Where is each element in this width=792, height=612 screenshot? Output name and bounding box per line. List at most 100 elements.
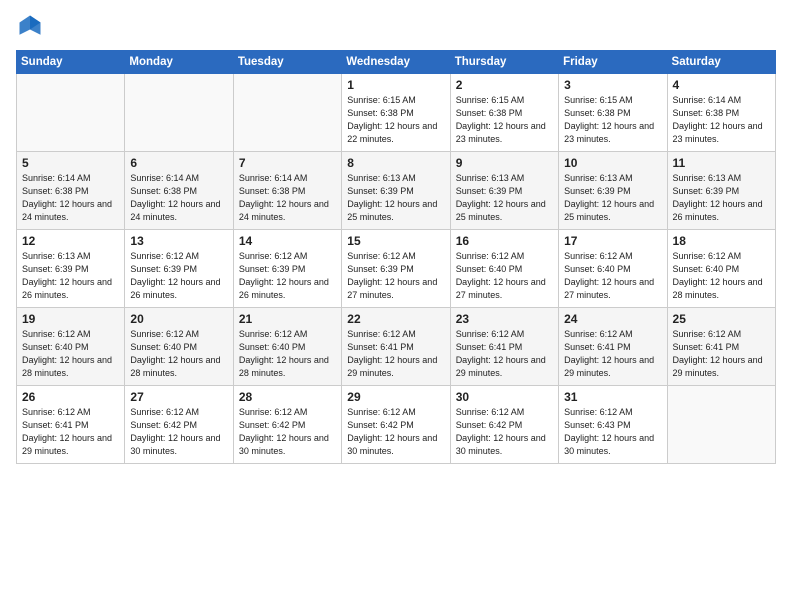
day-number: 17 — [564, 234, 661, 248]
day-number: 9 — [456, 156, 553, 170]
day-number: 24 — [564, 312, 661, 326]
day-number: 30 — [456, 390, 553, 404]
calendar-week-row: 12 Sunrise: 6:13 AMSunset: 6:39 PMDayligh… — [17, 230, 776, 308]
weekday-header-saturday: Saturday — [667, 51, 775, 74]
day-info: Sunrise: 6:12 AMSunset: 6:40 PMDaylight:… — [130, 328, 227, 380]
day-number: 3 — [564, 78, 661, 92]
day-info: Sunrise: 6:12 AMSunset: 6:41 PMDaylight:… — [22, 406, 119, 458]
day-info: Sunrise: 6:13 AMSunset: 6:39 PMDaylight:… — [347, 172, 444, 224]
day-info: Sunrise: 6:12 AMSunset: 6:39 PMDaylight:… — [347, 250, 444, 302]
day-number: 12 — [22, 234, 119, 248]
day-info: Sunrise: 6:12 AMSunset: 6:41 PMDaylight:… — [564, 328, 661, 380]
weekday-header-monday: Monday — [125, 51, 233, 74]
day-info: Sunrise: 6:12 AMSunset: 6:43 PMDaylight:… — [564, 406, 661, 458]
logo-icon — [16, 12, 44, 40]
day-number: 7 — [239, 156, 336, 170]
day-info: Sunrise: 6:14 AMSunset: 6:38 PMDaylight:… — [22, 172, 119, 224]
calendar-cell: 14 Sunrise: 6:12 AMSunset: 6:39 PMDayligh… — [233, 230, 341, 308]
calendar-cell: 6Sunrise: 6:14 AMSunset: 6:38 PMDaylight… — [125, 152, 233, 230]
calendar-cell: 15 Sunrise: 6:12 AMSunset: 6:39 PMDayligh… — [342, 230, 450, 308]
weekday-header-tuesday: Tuesday — [233, 51, 341, 74]
day-info: Sunrise: 6:12 AMSunset: 6:40 PMDaylight:… — [22, 328, 119, 380]
calendar-cell: 10 Sunrise: 6:13 AMSunset: 6:39 PMDayligh… — [559, 152, 667, 230]
calendar-cell: 19 Sunrise: 6:12 AMSunset: 6:40 PMDayligh… — [17, 308, 125, 386]
calendar-cell: 24 Sunrise: 6:12 AMSunset: 6:41 PMDayligh… — [559, 308, 667, 386]
page: SundayMondayTuesdayWednesdayThursdayFrid… — [0, 0, 792, 612]
day-number: 16 — [456, 234, 553, 248]
day-info: Sunrise: 6:12 AMSunset: 6:41 PMDaylight:… — [347, 328, 444, 380]
day-number: 21 — [239, 312, 336, 326]
calendar-cell: 25Sunrise: 6:12 AMSunset: 6:41 PMDayligh… — [667, 308, 775, 386]
calendar-cell — [667, 386, 775, 464]
calendar-week-row: 1 Sunrise: 6:15 AMSunset: 6:38 PMDaylight… — [17, 74, 776, 152]
day-number: 11 — [673, 156, 770, 170]
day-number: 14 — [239, 234, 336, 248]
day-number: 31 — [564, 390, 661, 404]
calendar-cell: 17 Sunrise: 6:12 AMSunset: 6:40 PMDayligh… — [559, 230, 667, 308]
day-info: Sunrise: 6:12 AMSunset: 6:41 PMDaylight:… — [673, 328, 770, 380]
day-info: Sunrise: 6:15 AMSunset: 6:38 PMDaylight:… — [456, 94, 553, 146]
weekday-header-sunday: Sunday — [17, 51, 125, 74]
day-number: 8 — [347, 156, 444, 170]
weekday-header-row: SundayMondayTuesdayWednesdayThursdayFrid… — [17, 51, 776, 74]
calendar-cell: 9 Sunrise: 6:13 AMSunset: 6:39 PMDaylight… — [450, 152, 558, 230]
calendar-week-row: 19 Sunrise: 6:12 AMSunset: 6:40 PMDayligh… — [17, 308, 776, 386]
day-number: 18 — [673, 234, 770, 248]
day-number: 1 — [347, 78, 444, 92]
day-number: 29 — [347, 390, 444, 404]
calendar-cell: 13Sunrise: 6:12 AMSunset: 6:39 PMDayligh… — [125, 230, 233, 308]
day-info: Sunrise: 6:14 AMSunset: 6:38 PMDaylight:… — [673, 94, 770, 146]
day-info: Sunrise: 6:13 AMSunset: 6:39 PMDaylight:… — [22, 250, 119, 302]
day-info: Sunrise: 6:12 AMSunset: 6:40 PMDaylight:… — [673, 250, 770, 302]
calendar-cell: 2 Sunrise: 6:15 AMSunset: 6:38 PMDaylight… — [450, 74, 558, 152]
day-info: Sunrise: 6:14 AMSunset: 6:38 PMDaylight:… — [130, 172, 227, 224]
weekday-header-wednesday: Wednesday — [342, 51, 450, 74]
day-number: 4 — [673, 78, 770, 92]
day-number: 10 — [564, 156, 661, 170]
calendar-table: SundayMondayTuesdayWednesdayThursdayFrid… — [16, 50, 776, 464]
calendar-cell — [233, 74, 341, 152]
calendar-cell: 4 Sunrise: 6:14 AMSunset: 6:38 PMDaylight… — [667, 74, 775, 152]
day-info: Sunrise: 6:13 AMSunset: 6:39 PMDaylight:… — [673, 172, 770, 224]
day-info: Sunrise: 6:12 AMSunset: 6:39 PMDaylight:… — [130, 250, 227, 302]
day-number: 2 — [456, 78, 553, 92]
day-number: 22 — [347, 312, 444, 326]
day-number: 23 — [456, 312, 553, 326]
day-info: Sunrise: 6:13 AMSunset: 6:39 PMDaylight:… — [456, 172, 553, 224]
calendar-cell: 22 Sunrise: 6:12 AMSunset: 6:41 PMDayligh… — [342, 308, 450, 386]
day-info: Sunrise: 6:13 AMSunset: 6:39 PMDaylight:… — [564, 172, 661, 224]
day-info: Sunrise: 6:12 AMSunset: 6:41 PMDaylight:… — [456, 328, 553, 380]
day-info: Sunrise: 6:12 AMSunset: 6:40 PMDaylight:… — [456, 250, 553, 302]
day-info: Sunrise: 6:12 AMSunset: 6:39 PMDaylight:… — [239, 250, 336, 302]
day-info: Sunrise: 6:12 AMSunset: 6:40 PMDaylight:… — [564, 250, 661, 302]
calendar-cell: 1 Sunrise: 6:15 AMSunset: 6:38 PMDaylight… — [342, 74, 450, 152]
calendar-cell: 8 Sunrise: 6:13 AMSunset: 6:39 PMDaylight… — [342, 152, 450, 230]
day-number: 26 — [22, 390, 119, 404]
calendar-cell: 21 Sunrise: 6:12 AMSunset: 6:40 PMDayligh… — [233, 308, 341, 386]
calendar-cell: 23 Sunrise: 6:12 AMSunset: 6:41 PMDayligh… — [450, 308, 558, 386]
logo — [16, 12, 48, 40]
calendar-cell: 7Sunrise: 6:14 AMSunset: 6:38 PMDaylight… — [233, 152, 341, 230]
calendar-week-row: 26 Sunrise: 6:12 AMSunset: 6:41 PMDayligh… — [17, 386, 776, 464]
day-info: Sunrise: 6:12 AMSunset: 6:42 PMDaylight:… — [347, 406, 444, 458]
calendar-cell: 5 Sunrise: 6:14 AMSunset: 6:38 PMDaylight… — [17, 152, 125, 230]
day-number: 19 — [22, 312, 119, 326]
weekday-header-friday: Friday — [559, 51, 667, 74]
calendar-cell: 28 Sunrise: 6:12 AMSunset: 6:42 PMDayligh… — [233, 386, 341, 464]
calendar-week-row: 5 Sunrise: 6:14 AMSunset: 6:38 PMDaylight… — [17, 152, 776, 230]
calendar-cell: 12 Sunrise: 6:13 AMSunset: 6:39 PMDayligh… — [17, 230, 125, 308]
day-number: 28 — [239, 390, 336, 404]
day-number: 5 — [22, 156, 119, 170]
day-info: Sunrise: 6:12 AMSunset: 6:42 PMDaylight:… — [239, 406, 336, 458]
calendar-cell: 29 Sunrise: 6:12 AMSunset: 6:42 PMDayligh… — [342, 386, 450, 464]
day-number: 27 — [130, 390, 227, 404]
day-number: 15 — [347, 234, 444, 248]
calendar-cell — [125, 74, 233, 152]
calendar-cell: 27Sunrise: 6:12 AMSunset: 6:42 PMDayligh… — [125, 386, 233, 464]
day-info: Sunrise: 6:12 AMSunset: 6:40 PMDaylight:… — [239, 328, 336, 380]
calendar-cell: 3Sunrise: 6:15 AMSunset: 6:38 PMDaylight… — [559, 74, 667, 152]
calendar-cell: 18 Sunrise: 6:12 AMSunset: 6:40 PMDayligh… — [667, 230, 775, 308]
day-number: 20 — [130, 312, 227, 326]
day-info: Sunrise: 6:15 AMSunset: 6:38 PMDaylight:… — [347, 94, 444, 146]
calendar-cell: 16 Sunrise: 6:12 AMSunset: 6:40 PMDayligh… — [450, 230, 558, 308]
